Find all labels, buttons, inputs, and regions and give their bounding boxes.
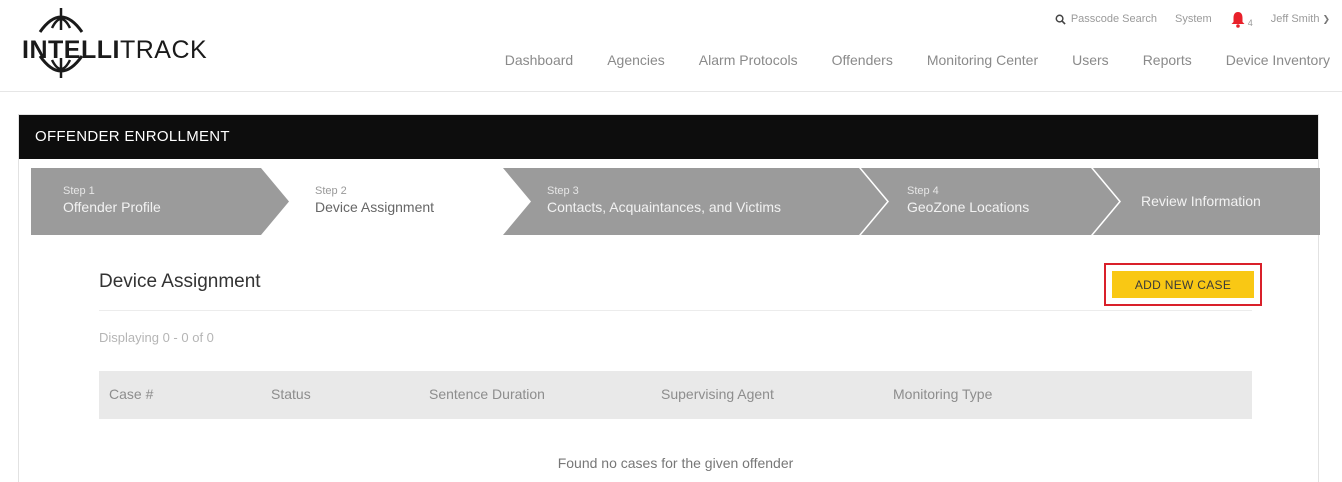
highlight-box: ADD NEW CASE bbox=[1104, 263, 1262, 306]
step-number: Step 4 bbox=[907, 185, 939, 197]
main-nav: Dashboard Agencies Alarm Protocols Offen… bbox=[471, 52, 1330, 68]
user-menu[interactable]: Jeff Smith ❯ bbox=[1271, 13, 1330, 25]
system-link[interactable]: System bbox=[1175, 13, 1212, 25]
nav-users[interactable]: Users bbox=[1072, 52, 1109, 68]
app-header: INTELLITRACK Passcode Search System 4 Je… bbox=[0, 0, 1342, 92]
notifications-button[interactable]: 4 bbox=[1230, 10, 1253, 28]
notification-count: 4 bbox=[1247, 18, 1253, 28]
column-case-number[interactable]: Case # bbox=[109, 386, 153, 402]
step-offender-profile[interactable]: Step 1 Offender Profile bbox=[31, 168, 289, 235]
search-icon bbox=[1055, 14, 1066, 25]
utility-bar: Passcode Search System 4 Jeff Smith ❯ bbox=[1037, 10, 1330, 28]
add-new-case-button[interactable]: ADD NEW CASE bbox=[1112, 271, 1254, 298]
step-contacts[interactable]: Step 3 Contacts, Acquaintances, and Victi… bbox=[503, 168, 887, 235]
step-number: Step 1 bbox=[63, 185, 95, 197]
panel-title: OFFENDER ENROLLMENT bbox=[19, 115, 1318, 159]
step-label: Device Assignment bbox=[315, 199, 435, 215]
step-number: Step 2 bbox=[315, 185, 347, 197]
step-label: Contacts, Acquaintances, and Victims bbox=[547, 199, 781, 215]
cases-table-header: Case # Status Sentence Duration Supervis… bbox=[99, 371, 1252, 419]
step-device-assignment[interactable]: Step 2 Device Assignment bbox=[263, 168, 529, 235]
column-status[interactable]: Status bbox=[271, 386, 311, 402]
nav-offenders[interactable]: Offenders bbox=[832, 52, 893, 68]
step-wizard: Step 1 Offender Profile Step 2 Device Assi… bbox=[31, 168, 1320, 235]
step-label: GeoZone Locations bbox=[907, 199, 1030, 215]
nav-reports[interactable]: Reports bbox=[1143, 52, 1192, 68]
chevron-down-icon: ❯ bbox=[1322, 13, 1330, 24]
pagination-summary: Displaying 0 - 0 of 0 bbox=[99, 330, 214, 345]
step-label: Offender Profile bbox=[63, 199, 161, 215]
system-label: System bbox=[1175, 13, 1212, 25]
bell-icon bbox=[1231, 11, 1245, 28]
divider bbox=[99, 310, 1252, 311]
user-name: Jeff Smith bbox=[1270, 13, 1320, 25]
column-sentence-duration[interactable]: Sentence Duration bbox=[429, 386, 545, 402]
nav-device-inventory[interactable]: Device Inventory bbox=[1226, 52, 1330, 68]
column-supervising-agent[interactable]: Supervising Agent bbox=[661, 386, 774, 402]
nav-dashboard[interactable]: Dashboard bbox=[505, 52, 574, 68]
step-number: Step 3 bbox=[547, 185, 579, 197]
empty-table-message: Found no cases for the given offender bbox=[557, 455, 794, 471]
column-monitoring-type[interactable]: Monitoring Type bbox=[893, 386, 992, 402]
logo-wordmark: INTELLITRACK bbox=[22, 36, 208, 64]
passcode-search-link[interactable]: Passcode Search bbox=[1055, 13, 1157, 25]
section-title: Device Assignment bbox=[99, 271, 261, 292]
nav-agencies[interactable]: Agencies bbox=[607, 52, 665, 68]
step-review-information[interactable]: Review Information bbox=[1093, 168, 1320, 235]
step-geozone-locations[interactable]: Step 4 GeoZone Locations bbox=[861, 168, 1119, 235]
intellitrack-logo[interactable]: INTELLITRACK bbox=[18, 6, 207, 80]
nav-alarm-protocols[interactable]: Alarm Protocols bbox=[699, 52, 798, 68]
step-label: Review Information bbox=[1141, 193, 1261, 209]
enrollment-panel: OFFENDER ENROLLMENT Step 1 Offender Profi… bbox=[18, 114, 1320, 482]
passcode-search-label: Passcode Search bbox=[1070, 13, 1158, 25]
nav-monitoring-center[interactable]: Monitoring Center bbox=[927, 52, 1038, 68]
